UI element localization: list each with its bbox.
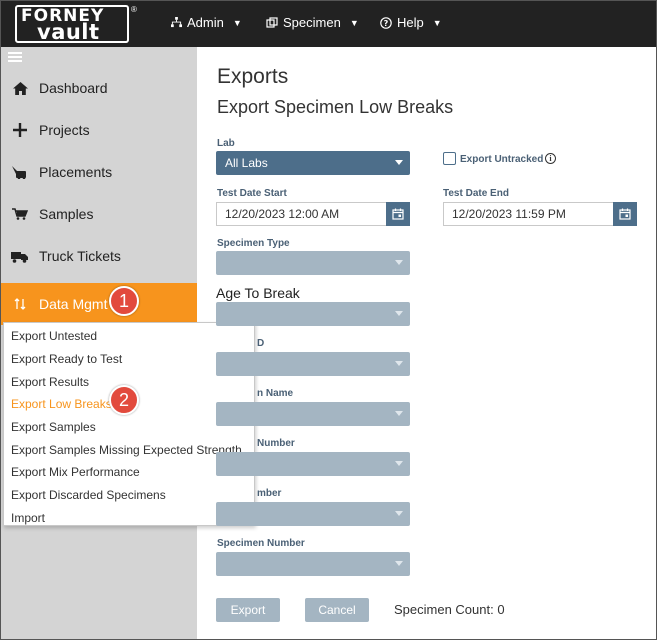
- sidebar-item-label: Truck Tickets: [39, 248, 121, 264]
- chevron-down-icon: [395, 311, 403, 316]
- sitemap-icon: [171, 17, 182, 28]
- test-date-end-input[interactable]: 12/20/2023 11:59 PM: [443, 202, 637, 226]
- field-label-5: Number: [257, 438, 295, 449]
- callout-badge-1: 1: [109, 286, 139, 316]
- chevron-down-icon: ▼: [432, 17, 442, 28]
- sidebar-item-truck-tickets[interactable]: Truck Tickets: [1, 235, 197, 277]
- callout-badge-2: 2: [109, 385, 139, 415]
- specimen-number-select[interactable]: [216, 552, 410, 576]
- select-field-5[interactable]: [216, 452, 410, 476]
- chevron-down-icon: [395, 561, 403, 566]
- sidebar-item-dashboard[interactable]: Dashboard: [1, 67, 197, 109]
- help-circle-icon: ?: [380, 16, 392, 29]
- specimen-menu[interactable]: Specimen ▼: [266, 15, 359, 30]
- specimen-count: Specimen Count: 0: [394, 602, 505, 617]
- export-untracked-checkbox[interactable]: [443, 152, 456, 165]
- chevron-down-icon: ▼: [349, 17, 359, 28]
- test-date-end-value: 12/20/2023 11:59 PM: [452, 207, 566, 221]
- select-field-3[interactable]: [216, 352, 410, 376]
- age-to-break-label: Age To Break: [216, 285, 300, 301]
- sidebar-item-label: Placements: [39, 164, 113, 180]
- select-field-6[interactable]: [216, 502, 410, 526]
- specimen-type-label: Specimen Type: [217, 238, 290, 249]
- sidebar-item-projects[interactable]: Projects: [1, 109, 197, 151]
- sort-arrows-icon: [1, 298, 39, 310]
- chevron-down-icon: [395, 361, 403, 366]
- age-to-break-select[interactable]: [216, 302, 410, 326]
- app-window: FORNEY vault ® Admin ▼ Specimen ▼ ? Help…: [0, 0, 657, 640]
- field-label-6: mber: [257, 488, 282, 499]
- export-button[interactable]: Export: [216, 598, 280, 622]
- page-subtitle: Export Specimen Low Breaks: [217, 97, 454, 117]
- cart-icon: [1, 208, 39, 220]
- calendar-icon[interactable]: [386, 202, 410, 226]
- hamburger-menu-icon[interactable]: [8, 52, 22, 63]
- field-label-4: n Name: [257, 388, 294, 399]
- test-date-end-label: Test Date End: [443, 188, 509, 199]
- sidebar-item-label: Samples: [39, 206, 94, 222]
- sidebar-item-label: Dashboard: [39, 80, 108, 96]
- admin-menu-label: Admin: [187, 15, 224, 30]
- calendar-icon[interactable]: [613, 202, 637, 226]
- sidebar-item-placements[interactable]: Placements: [1, 151, 197, 193]
- select-field-4[interactable]: [216, 402, 410, 426]
- chevron-down-icon: [395, 511, 403, 516]
- specimen-type-select[interactable]: [216, 251, 410, 275]
- sidebar-item-samples[interactable]: Samples: [1, 193, 197, 235]
- field-label-3: D: [257, 338, 265, 349]
- plus-icon: [1, 123, 39, 137]
- sidebar-item-data-mgmt[interactable]: Data Mgmt: [1, 283, 197, 325]
- page-title: Exports: [217, 65, 289, 88]
- lab-label: Lab: [217, 138, 235, 149]
- specimen-menu-label: Specimen: [283, 15, 341, 30]
- chevron-down-icon: [395, 461, 403, 466]
- logo-registered-mark: ®: [131, 5, 137, 14]
- main-content: Exports Export Specimen Low Breaks Lab A…: [197, 47, 656, 639]
- chevron-down-icon: [395, 260, 403, 265]
- forney-vault-logo[interactable]: FORNEY vault ®: [15, 5, 137, 44]
- test-date-start-value: 12/20/2023 12:00 AM: [225, 207, 340, 221]
- test-date-start-label: Test Date Start: [217, 188, 287, 199]
- help-menu[interactable]: ? Help ▼: [380, 15, 442, 30]
- sidebar-item-label: Data Mgmt: [39, 296, 108, 312]
- lab-select[interactable]: All Labs: [216, 151, 410, 175]
- sidebar-item-label: Projects: [39, 122, 90, 138]
- chevron-down-icon: ▼: [232, 17, 242, 28]
- logo-text-bottom: vault: [37, 20, 100, 44]
- chevron-down-icon: [395, 160, 403, 165]
- truck-icon: [1, 250, 39, 263]
- home-icon: [1, 81, 39, 95]
- specimen-icon: [266, 17, 278, 28]
- admin-menu[interactable]: Admin ▼: [171, 15, 242, 30]
- test-date-start-input[interactable]: 12/20/2023 12:00 AM: [216, 202, 410, 226]
- info-icon[interactable]: i: [545, 153, 556, 164]
- help-menu-label: Help: [397, 15, 424, 30]
- chevron-down-icon: [395, 411, 403, 416]
- cancel-button[interactable]: Cancel: [305, 598, 369, 622]
- specimen-number-label: Specimen Number: [217, 538, 305, 549]
- placement-icon: [1, 165, 39, 179]
- lab-select-value: All Labs: [225, 156, 268, 170]
- export-untracked-label: Export Untracked: [460, 154, 544, 165]
- top-bar: FORNEY vault ® Admin ▼ Specimen ▼ ? Help…: [1, 1, 656, 47]
- svg-text:?: ?: [384, 19, 389, 28]
